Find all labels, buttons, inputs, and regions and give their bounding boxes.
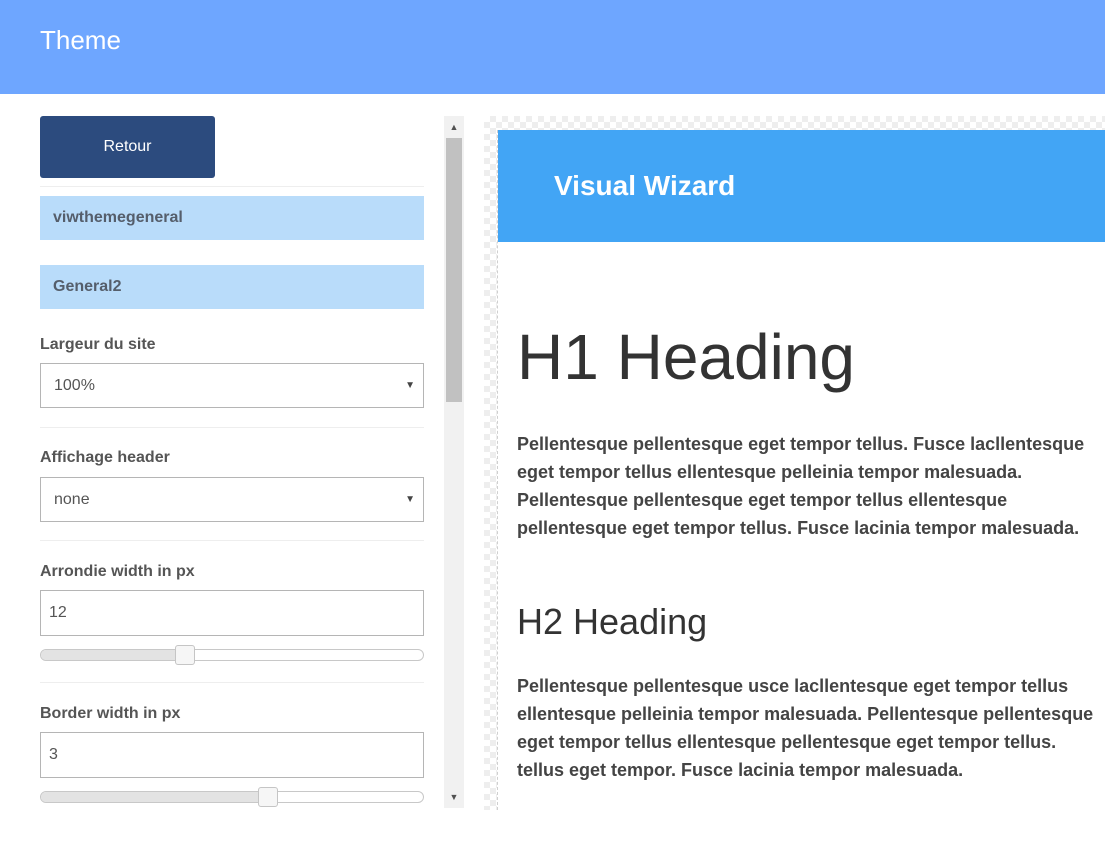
slider-fill xyxy=(41,792,268,802)
header-display-select[interactable]: none ▼ xyxy=(40,477,424,522)
panel-scrollbar[interactable]: ▲ ▼ xyxy=(444,116,464,808)
triangle-down-icon: ▼ xyxy=(405,380,415,391)
back-button[interactable]: Retour xyxy=(40,116,215,178)
preview-h2: H2 Heading xyxy=(517,601,708,642)
settings-panel: Retour viwthemegeneral General2 Largeur … xyxy=(0,94,444,810)
preview-paragraph-1: Pellentesque pellentesque eget tempor te… xyxy=(517,434,1085,538)
preview-header: Visual Wizard xyxy=(498,130,1105,242)
rounding-input[interactable]: 12 xyxy=(40,590,424,636)
divider xyxy=(40,186,424,187)
border-slider[interactable] xyxy=(40,787,424,807)
preview-h1: H1 Heading xyxy=(517,321,855,393)
preview-brand: Visual Wizard xyxy=(554,170,736,201)
divider xyxy=(40,540,424,541)
rounding-label: Arrondie width in px xyxy=(40,563,195,580)
triangle-down-icon: ▼ xyxy=(405,494,415,505)
divider xyxy=(40,682,424,683)
top-bar: Theme xyxy=(0,0,1105,94)
border-input[interactable]: 3 xyxy=(40,732,424,778)
header-display-label: Affichage header xyxy=(40,449,170,466)
slider-fill xyxy=(41,650,185,660)
scroll-thumb[interactable] xyxy=(446,138,462,402)
preview-paragraph-2: Pellentesque pellentesque usce lacllente… xyxy=(517,676,1094,780)
scroll-up-arrow-icon[interactable]: ▲ xyxy=(444,118,464,136)
preview-page: Visual Wizard H1 Heading Pellentesque pe… xyxy=(497,130,1105,810)
site-width-select[interactable]: 100% ▼ xyxy=(40,363,424,408)
border-value: 3 xyxy=(49,746,58,763)
border-label: Border width in px xyxy=(40,705,181,722)
slider-thumb[interactable] xyxy=(175,645,195,665)
page-title: Theme xyxy=(40,25,121,55)
site-width-label: Largeur du site xyxy=(40,336,156,353)
divider xyxy=(40,427,424,428)
rounding-value: 12 xyxy=(49,604,67,621)
scroll-down-arrow-icon[interactable]: ▼ xyxy=(444,788,464,806)
theme-preview: Visual Wizard H1 Heading Pellentesque pe… xyxy=(484,116,1105,810)
slider-thumb[interactable] xyxy=(258,787,278,807)
section-general2[interactable]: General2 xyxy=(40,265,424,309)
rounding-slider[interactable] xyxy=(40,645,424,665)
site-width-value: 100% xyxy=(54,377,95,394)
header-display-value: none xyxy=(54,491,90,508)
section-viwthemegeneral[interactable]: viwthemegeneral xyxy=(40,196,424,240)
